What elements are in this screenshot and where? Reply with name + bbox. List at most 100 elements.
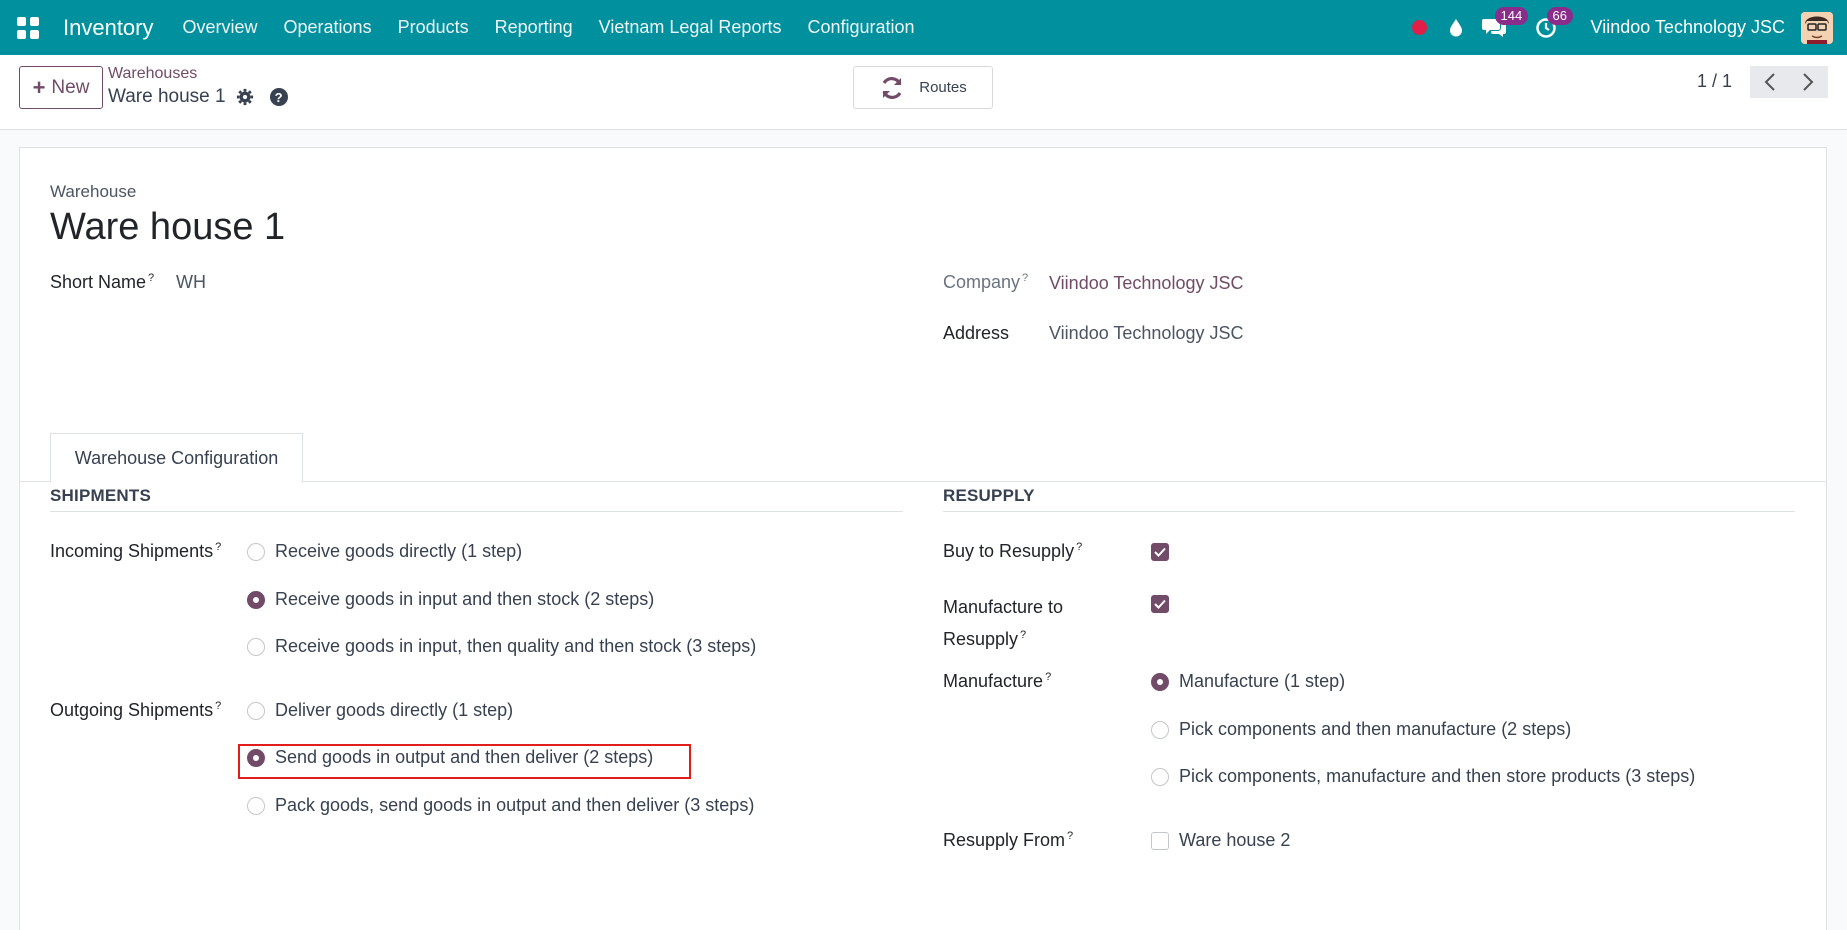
record-icon[interactable] [1411,20,1427,35]
check-icon [1154,547,1166,557]
new-button[interactable]: + New [19,66,103,109]
activities-count-badge: 66 [1546,6,1573,25]
manufacture-label: Manufacture? [943,671,1051,692]
short-name-label-text: Short Name [50,272,147,292]
radio-button[interactable] [1151,720,1169,739]
menu-configuration[interactable]: Configuration [807,17,914,38]
manufacture-label-text: Manufacture [943,671,1044,691]
manufacture-option-2[interactable]: Pick components and then manufacture (2 … [1151,719,1571,740]
resupply-from-label: Resupply From? [943,830,1073,851]
outgoing-shipments-help[interactable]: ? [215,700,221,712]
manufacture-option-1[interactable]: Manufacture (1 step) [1151,671,1345,692]
address-field[interactable]: Viindoo Technology JSC [1049,323,1243,344]
manufacture-option-2-label: Pick components and then manufacture (2 … [1179,719,1572,739]
incoming-option-3[interactable]: Receive goods in input, then quality and… [247,636,756,657]
routes-button[interactable]: Routes [853,66,993,109]
incoming-option-2[interactable]: Receive goods in input and then stock (2… [247,589,654,610]
manufacture-to-resupply-label-line2-text: Resupply [943,629,1019,649]
resupply-from-checkbox[interactable] [1151,831,1169,850]
messages-button[interactable]: 144 [1481,6,1529,41]
company-help[interactable]: ? [1022,272,1028,284]
top-navbar: Inventory Overview Operations Products R… [0,0,1847,55]
buy-to-resupply-checkbox[interactable] [1151,543,1169,561]
short-name-help[interactable]: ? [148,272,154,284]
manufacture-to-resupply-label-line2: Resupply? [943,621,1063,653]
breadcrumb-warehouses[interactable]: Warehouses [108,65,197,83]
incoming-option-1[interactable]: Receive goods directly (1 step) [247,541,522,562]
radio-button[interactable] [247,637,265,656]
pager-previous-button[interactable] [1750,66,1790,98]
form-sheet: Warehouse Ware house 1 Short Name? WH Co… [19,147,1827,930]
new-button-label: New [51,76,90,98]
incoming-option-1-label: Receive goods directly (1 step) [275,541,523,561]
menu-vietnam-legal-reports[interactable]: Vietnam Legal Reports [599,17,782,38]
short-name-label: Short Name? [50,272,154,293]
incoming-shipments-help[interactable]: ? [215,541,221,553]
manufacture-option-3[interactable]: Pick components, manufacture and then st… [1151,766,1695,787]
notebook-tabs: Warehouse Configuration [20,433,1826,483]
company-label-text: Company [943,272,1021,292]
warehouse-name-field[interactable]: Ware house 1 [50,206,285,249]
resupply-from-label-text: Resupply From [943,830,1066,850]
radio-button[interactable] [247,701,265,720]
address-label: Address [943,323,1010,343]
incoming-option-2-label: Receive goods in input and then stock (2… [275,589,655,609]
buy-to-resupply-field[interactable] [1151,543,1179,561]
pager-value[interactable]: 1 / 1 [1697,71,1732,92]
menu-operations[interactable]: Operations [284,17,372,38]
radio-button-selected[interactable] [1151,672,1169,691]
radio-button[interactable] [247,796,265,815]
control-panel: + New Warehouses Ware house 1 ? Routes 1 … [0,55,1847,130]
radio-button-selected[interactable] [247,590,265,609]
breadcrumb-current-label: Ware house 1 [108,86,226,107]
check-icon [1154,599,1166,609]
plus-icon: + [32,74,46,100]
buy-to-resupply-label: Buy to Resupply? [943,541,1082,562]
radio-button[interactable] [1151,767,1169,786]
app-menu-icon[interactable] [17,16,39,39]
incoming-shipments-label-text: Incoming Shipments [50,541,214,561]
highlight-annotation-box [238,744,691,779]
outgoing-shipments-label-text: Outgoing Shipments [50,700,214,720]
manufacture-option-3-label: Pick components, manufacture and then st… [1179,766,1696,786]
short-name-field[interactable]: WH [176,272,206,293]
resupply-from-option[interactable]: Ware house 2 [1151,830,1290,851]
user-avatar[interactable] [1801,11,1833,44]
refresh-icon [882,76,902,99]
resupply-from-option-label: Ware house 2 [1179,830,1291,850]
avatar-face-icon [1801,11,1833,44]
outgoing-option-3[interactable]: Pack goods, send goods in output and the… [247,795,754,816]
company-switcher[interactable]: Viindoo Technology JSC [1591,17,1785,38]
manufacture-to-resupply-checkbox[interactable] [1151,595,1169,613]
manufacture-option-1-label: Manufacture (1 step) [1179,671,1346,691]
tab-warehouse-configuration[interactable]: Warehouse Configuration [50,433,303,483]
manufacture-to-resupply-help[interactable]: ? [1020,629,1026,641]
app-name[interactable]: Inventory [63,15,154,41]
outgoing-option-1[interactable]: Deliver goods directly (1 step) [247,700,513,721]
manufacture-help[interactable]: ? [1045,671,1051,683]
menu-products[interactable]: Products [398,17,469,38]
routes-label: Routes [919,79,967,96]
water-drop-icon[interactable] [1449,18,1463,37]
shipments-section-title: SHIPMENTS [50,486,903,512]
resupply-section-title: RESUPPLY [943,486,1795,512]
buy-to-resupply-help[interactable]: ? [1076,541,1082,553]
company-field[interactable]: Viindoo Technology JSC [1049,273,1243,294]
breadcrumb-current: Ware house 1 ? [108,86,288,108]
gear-icon[interactable] [236,88,254,106]
model-label: Warehouse [50,182,137,201]
help-icon[interactable]: ? [269,88,288,106]
incoming-shipments-label: Incoming Shipments? [50,541,221,562]
incoming-option-3-label: Receive goods in input, then quality and… [275,636,757,656]
outgoing-shipments-label: Outgoing Shipments? [50,700,221,721]
buy-to-resupply-label-text: Buy to Resupply [943,541,1075,561]
menu-overview[interactable]: Overview [183,17,258,38]
radio-button[interactable] [247,542,265,561]
pager-next-button[interactable] [1788,66,1828,98]
outgoing-option-1-label: Deliver goods directly (1 step) [275,700,514,720]
company-label: Company? [943,272,1028,293]
menu-reporting[interactable]: Reporting [495,17,573,38]
resupply-from-help[interactable]: ? [1067,830,1073,842]
manufacture-to-resupply-field[interactable] [1151,595,1179,613]
activities-button[interactable]: 66 [1533,6,1573,41]
